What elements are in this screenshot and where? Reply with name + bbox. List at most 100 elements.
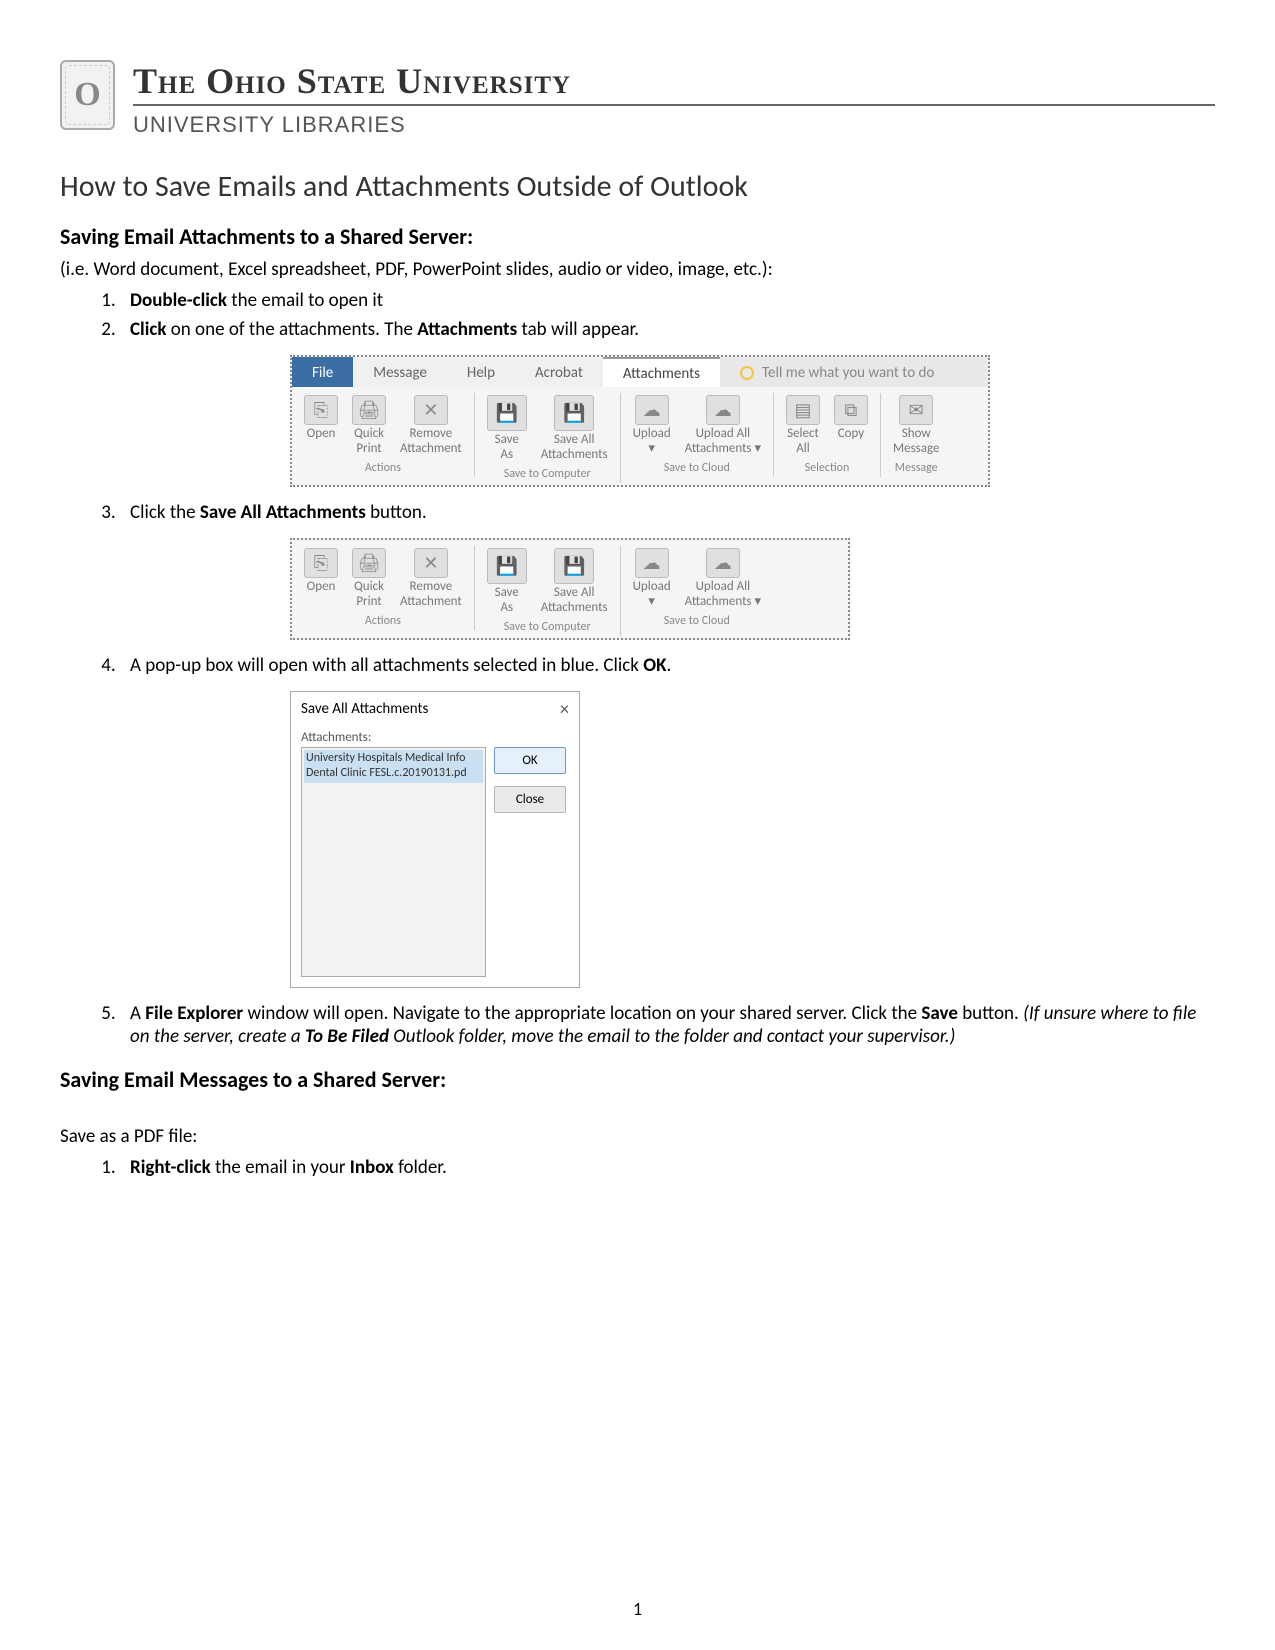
outlook-ribbon-figure-1: File Message Help Acrobat Attachments Te… (290, 355, 990, 487)
dialog-list-selected-item[interactable]: University Hospitals Medical Info Dental… (304, 750, 483, 783)
open-icon: ⎘ (304, 395, 338, 425)
ribbon2-save-all-attachments-button[interactable]: 💾 Save All Attachments (537, 546, 612, 616)
printer-icon: 🖨 (352, 395, 386, 425)
ribbon2-open-button[interactable]: ⎘ Open (300, 546, 342, 610)
step-1-rest: the email to open it (227, 289, 383, 312)
cloud-upload-all-icon: ☁ (706, 395, 740, 425)
ribbon2-save-as-button[interactable]: 💾 Save As (483, 546, 531, 616)
remove-icon: ✕ (414, 548, 448, 578)
step-3-bold: Save All Attachments (200, 501, 366, 524)
save-all-attachments-dialog: Save All Attachments × Attachments: Univ… (290, 691, 580, 988)
ribbon-group-selection-label: Selection (782, 461, 872, 475)
step-3: Click the Save All Attachments button. (120, 501, 1215, 524)
ribbon-select-all-button[interactable]: ▤ Select All (782, 393, 824, 457)
university-name: The Ohio State University (133, 60, 1215, 106)
ribbon-tab-file[interactable]: File (292, 357, 353, 387)
dialog-attachments-label: Attachments: (301, 730, 569, 745)
copy-icon: ⧉ (834, 395, 868, 425)
step-5-b: File Explorer (145, 1002, 243, 1025)
step-4-c: . (667, 654, 672, 677)
ribbon-tab-help[interactable]: Help (447, 357, 515, 387)
dialog-close-button-2[interactable]: Close (494, 786, 566, 813)
ribbon-copy-button[interactable]: ⧉ Copy (830, 393, 872, 457)
ribbon2-group-save-computer-label: Save to Computer (483, 620, 612, 634)
page-number: 1 (0, 1598, 1275, 1620)
step-2-end: tab will appear. (517, 318, 639, 341)
university-subunit: UNIVERSITY LIBRARIES (133, 112, 1215, 138)
ribbon-group-save-cloud-label: Save to Cloud (629, 461, 765, 475)
step-5-it-bold: To Be Filed (305, 1025, 389, 1048)
save-icon: 💾 (487, 395, 527, 431)
step-2-bold1: Click (130, 318, 166, 341)
outlook-ribbon-figure-2: ⎘ Open 🖨 Quick Print ✕ Remove Attachment (290, 538, 850, 640)
step-3-a: Click the (130, 501, 200, 524)
dialog-title: Save All Attachments (301, 700, 428, 718)
cloud-upload-icon: ☁ (635, 395, 669, 425)
message-icon: ✉ (899, 395, 933, 425)
ribbon-tab-attachments[interactable]: Attachments (603, 357, 720, 387)
section2-step-1: Right-click the email in your Inbox fold… (120, 1156, 1215, 1179)
dialog-ok-button[interactable]: OK (494, 747, 566, 774)
s2-step1-end: folder. (394, 1156, 447, 1179)
ribbon2-upload-all-button[interactable]: ☁ Upload All Attachments ▾ (681, 546, 765, 610)
bulb-icon (740, 366, 754, 380)
printer-icon: 🖨 (352, 548, 386, 578)
ribbon-group-message-label: Message (889, 461, 943, 475)
ribbon2-group-save-computer: 💾 Save As 💾 Save All Attachments Save to… (475, 546, 621, 636)
step-4-a: A pop-up box will open with all attachme… (130, 654, 643, 677)
section2-sub: Save as a PDF file: (60, 1125, 1215, 1148)
ribbon2-group-actions-label: Actions (300, 614, 466, 628)
ribbon-group-actions: ⎘ Open 🖨 Quick Print ✕ Remove Attachment (292, 393, 475, 477)
ribbon2-remove-attachment-button[interactable]: ✕ Remove Attachment (396, 546, 466, 610)
dialog-attachments-list[interactable]: University Hospitals Medical Info Dental… (301, 747, 486, 977)
document-header: O The Ohio State University UNIVERSITY L… (60, 60, 1215, 138)
ribbon-remove-attachment-button[interactable]: ✕ Remove Attachment (396, 393, 466, 457)
open-icon: ⎘ (304, 548, 338, 578)
ribbon-upload-button[interactable]: ☁ Upload ▾ (629, 393, 675, 457)
step-5-it2: Outlook folder, move the email to the fo… (389, 1025, 955, 1048)
ribbon-quick-print-button[interactable]: 🖨 Quick Print (348, 393, 390, 457)
step-1: Double-click the email to open it (120, 289, 1215, 312)
ribbon-save-as-button[interactable]: 💾 Save As (483, 393, 531, 463)
select-all-icon: ▤ (786, 395, 820, 425)
section-saving-messages-title: Saving Email Messages to a Shared Server… (60, 1066, 1215, 1093)
save-all-icon: 💾 (554, 395, 594, 431)
ribbon2-group-save-cloud-label: Save to Cloud (629, 614, 765, 628)
ribbon-tab-acrobat[interactable]: Acrobat (515, 357, 603, 387)
step-5-c: window will open. Navigate to the approp… (243, 1002, 921, 1025)
s2-step1-bold2: Inbox (350, 1156, 394, 1179)
section-saving-attachments-title: Saving Email Attachments to a Shared Ser… (60, 223, 1215, 250)
ribbon-group-actions-label: Actions (300, 461, 466, 475)
dialog-close-button[interactable]: × (560, 698, 569, 720)
ribbon2-quick-print-button[interactable]: 🖨 Quick Print (348, 546, 390, 610)
step-4: A pop-up box will open with all attachme… (120, 654, 1215, 677)
step-2: Click on one of the attachments. The Att… (120, 318, 1215, 341)
ribbon-save-all-attachments-button[interactable]: 💾 Save All Attachments (537, 393, 612, 463)
ribbon-show-message-button[interactable]: ✉ Show Message (889, 393, 943, 457)
osu-logo-icon: O (60, 60, 115, 130)
step-5-a: A (130, 1002, 145, 1025)
s2-step1-mid: the email in your (211, 1156, 350, 1179)
remove-icon: ✕ (414, 395, 448, 425)
step-5-e: button. (958, 1002, 1023, 1025)
tell-me-text: Tell me what you want to do (762, 364, 934, 382)
ribbon-group-save-computer-label: Save to Computer (483, 467, 612, 481)
ribbon-group-save-computer: 💾 Save As 💾 Save All Attachments Save to… (475, 393, 621, 483)
ribbon-group-save-cloud: ☁ Upload ▾ ☁ Upload All Attachments ▾ Sa… (621, 393, 774, 477)
ribbon-open-button[interactable]: ⎘ Open (300, 393, 342, 457)
ribbon-tell-me[interactable]: Tell me what you want to do (720, 357, 988, 387)
save-all-icon: 💾 (554, 548, 594, 584)
s2-step1-bold1: Right-click (130, 1156, 211, 1179)
ribbon2-upload-button[interactable]: ☁ Upload ▾ (629, 546, 675, 610)
section1-intro: (i.e. Word document, Excel spreadsheet, … (60, 258, 1215, 281)
step-5: A File Explorer window will open. Naviga… (120, 1002, 1215, 1048)
step-4-bold: OK (643, 654, 666, 677)
ribbon-upload-all-button[interactable]: ☁ Upload All Attachments ▾ (681, 393, 765, 457)
ribbon-tab-message[interactable]: Message (353, 357, 447, 387)
step-1-bold: Double-click (130, 289, 227, 312)
ribbon2-group-actions: ⎘ Open 🖨 Quick Print ✕ Remove Attachment (292, 546, 475, 630)
step-5-d: Save (921, 1002, 957, 1025)
ribbon2-group-save-cloud: ☁ Upload ▾ ☁ Upload All Attachments ▾ Sa… (621, 546, 773, 630)
page-title: How to Save Emails and Attachments Outsi… (60, 168, 1215, 205)
ribbon-group-selection: ▤ Select All ⧉ Copy Selection (774, 393, 881, 477)
